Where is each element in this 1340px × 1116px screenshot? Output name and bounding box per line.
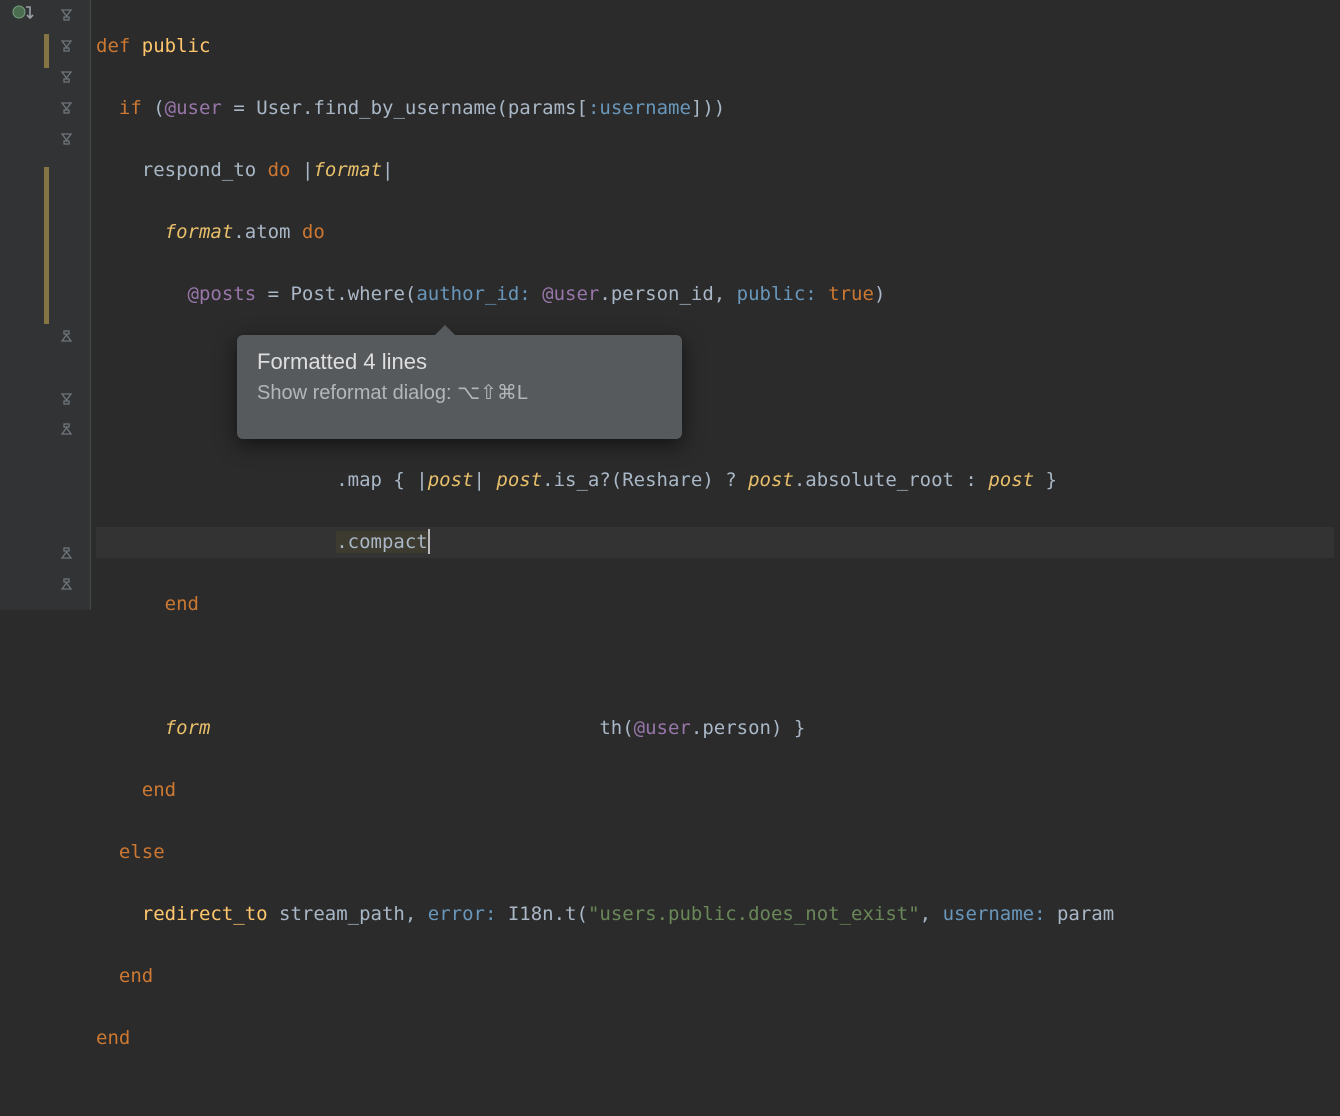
fold-handle[interactable] (60, 101, 73, 114)
call: param (1057, 903, 1114, 925)
code-line[interactable]: redirect_to stream_path, error: I18n.t("… (96, 899, 1334, 930)
code-line[interactable]: if (@user = User.find_by_username(params… (96, 93, 1334, 124)
block-param: post (496, 469, 542, 491)
op: = (256, 283, 290, 305)
ivar: @user (542, 283, 599, 305)
block-param: post (748, 469, 794, 491)
call: .t( (554, 903, 588, 925)
fold-handle[interactable] (60, 578, 73, 591)
call: .compact (336, 531, 428, 553)
tooltip-title: Formatted 4 lines (257, 347, 662, 377)
tooltip-subtitle: Show reformat dialog: ⌥⇧⌘L (257, 380, 662, 407)
ivar: @user (634, 717, 691, 739)
block-param: format (165, 221, 234, 243)
symbol: :username (588, 97, 691, 119)
override-gutter-icon[interactable] (12, 4, 34, 26)
fold-handle[interactable] (60, 132, 73, 145)
fold-handle[interactable] (60, 392, 73, 405)
punct: ])) (691, 97, 725, 119)
kwarg: error: (428, 903, 508, 925)
reformat-notification-tooltip[interactable]: Formatted 4 lines Show reformat dialog: … (237, 335, 682, 439)
punct: ) (874, 283, 885, 305)
block-param: post (988, 469, 1034, 491)
string: "users.public.does_not_exist" (588, 903, 920, 925)
punct: | (474, 469, 497, 491)
fold-handle[interactable] (60, 8, 73, 21)
editor-gutter (0, 0, 91, 610)
const: Reshare (622, 469, 702, 491)
const: I18n (508, 903, 554, 925)
code-area[interactable]: def public if (@user = User.find_by_user… (90, 0, 1340, 610)
call: .absolute_root : (794, 469, 988, 491)
keyword: end (142, 779, 176, 801)
call: respond_to (142, 159, 268, 181)
code-line[interactable] (96, 651, 1334, 682)
punct: ( (153, 97, 164, 119)
code-line[interactable]: form th(@user.person) } (96, 713, 1334, 744)
change-marker (44, 167, 49, 324)
call: .find_by_username(params[ (302, 97, 588, 119)
const: User (256, 97, 302, 119)
keyword: do (268, 159, 302, 181)
block-param: format (313, 159, 382, 181)
call: .is_a?( (542, 469, 622, 491)
fold-handle[interactable] (60, 330, 73, 343)
code-line[interactable]: respond_to do |format| (96, 155, 1334, 186)
call: .person_id, (599, 283, 736, 305)
kwarg: public: (737, 283, 829, 305)
call: .person) } (691, 717, 805, 739)
block-param: form (165, 717, 211, 739)
call: th( (599, 717, 633, 739)
change-marker (44, 34, 49, 68)
fold-handle[interactable] (60, 39, 73, 52)
ivar: @user (165, 97, 222, 119)
code-line[interactable]: else (96, 837, 1334, 868)
kwarg: author_id: (416, 283, 542, 305)
call: .map { | (336, 469, 428, 491)
const: Post (290, 283, 336, 305)
code-line[interactable]: end (96, 1023, 1334, 1054)
ivar: @posts (188, 283, 257, 305)
code-current-line[interactable]: .compact (96, 527, 1334, 558)
text-caret (428, 529, 430, 554)
keyword: if (119, 97, 153, 119)
keyword: end (165, 593, 199, 615)
keyword: do (302, 221, 325, 243)
keyword: true (828, 283, 874, 305)
fold-handle[interactable] (60, 70, 73, 83)
code-line[interactable]: @posts = Post.where(author_id: @user.per… (96, 279, 1334, 310)
code-line[interactable]: end (96, 589, 1334, 620)
keyword: def (96, 35, 142, 57)
punct: | (382, 159, 393, 181)
punct: , (920, 903, 943, 925)
kwarg: username: (943, 903, 1057, 925)
punct: } (1034, 469, 1057, 491)
method-name: public (142, 35, 211, 57)
keyword: else (119, 841, 165, 863)
fold-handle[interactable] (60, 423, 73, 436)
call: .atom (233, 221, 302, 243)
code-line[interactable]: format.atom do (96, 217, 1334, 248)
code-line[interactable]: end (96, 775, 1334, 806)
fold-handle[interactable] (60, 547, 73, 560)
code-line[interactable]: end (96, 961, 1334, 992)
code-line[interactable]: def public (96, 31, 1334, 62)
code-editor[interactable]: def public if (@user = User.find_by_user… (0, 0, 1340, 610)
call: .where( (336, 283, 416, 305)
keyword: end (119, 965, 153, 987)
block-param: post (428, 469, 474, 491)
op: = (222, 97, 256, 119)
punct: | (302, 159, 313, 181)
call: stream_path, (279, 903, 428, 925)
call: redirect_to (142, 903, 279, 925)
code-line[interactable]: .map { |post| post.is_a?(Reshare) ? post… (96, 465, 1334, 496)
op: ) ? (702, 469, 748, 491)
keyword: end (96, 1027, 130, 1049)
